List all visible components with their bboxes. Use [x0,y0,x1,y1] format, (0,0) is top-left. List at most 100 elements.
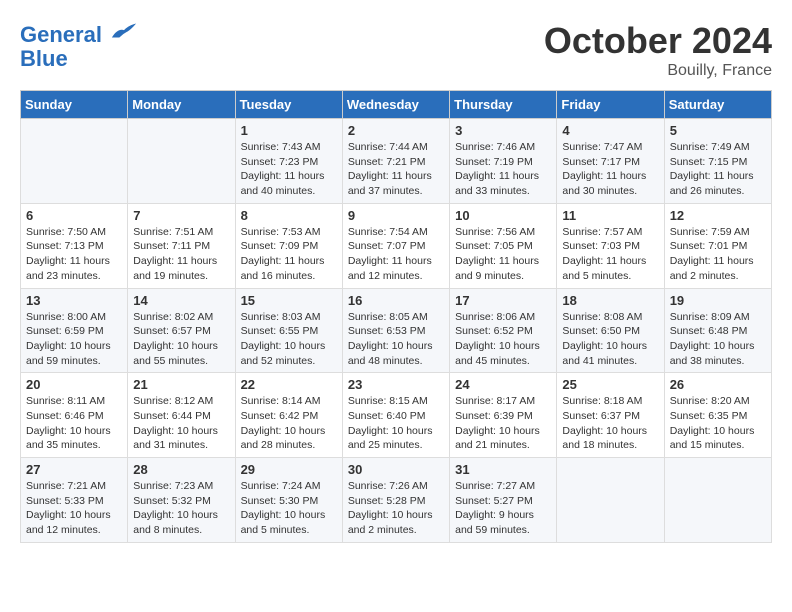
calendar-cell: 5Sunrise: 7:49 AMSunset: 7:15 PMDaylight… [664,119,771,204]
calendar-cell: 7 Sunrise: 7:51 AMSunset: 7:11 PMDaylight… [128,203,235,288]
day-info: Sunrise: 7:47 AMSunset: 7:17 PMDaylight:… [562,140,658,199]
day-number: 4 [562,123,658,138]
day-number: 31 [455,462,551,477]
calendar-cell: 22Sunrise: 8:14 AMSunset: 6:42 PMDayligh… [235,373,342,458]
day-info: Sunrise: 8:09 AMSunset: 6:48 PMDaylight:… [670,310,766,369]
col-header-saturday: Saturday [664,91,771,119]
calendar-cell: 3 Sunrise: 7:46 AMSunset: 7:19 PMDaylight… [450,119,557,204]
day-number: 12 [670,208,766,223]
calendar-cell: 25 Sunrise: 8:18 AMSunset: 6:37 PMDayligh… [557,373,664,458]
week-row-1: 1 Sunrise: 7:43 AMSunset: 7:23 PMDaylight… [21,119,772,204]
calendar-cell [664,458,771,543]
day-info: Sunrise: 8:02 AMSunset: 6:57 PMDaylight:… [133,310,229,369]
day-number: 23 [348,377,444,392]
day-info: Sunrise: 8:20 AMSunset: 6:35 PMDaylight:… [670,394,766,453]
day-number: 3 [455,123,551,138]
week-row-5: 27Sunrise: 7:21 AMSunset: 5:33 PMDayligh… [21,458,772,543]
calendar-cell: 27Sunrise: 7:21 AMSunset: 5:33 PMDayligh… [21,458,128,543]
day-number: 11 [562,208,658,223]
day-number: 13 [26,293,122,308]
day-number: 17 [455,293,551,308]
col-header-wednesday: Wednesday [342,91,449,119]
day-number: 25 [562,377,658,392]
calendar-cell: 21 Sunrise: 8:12 AMSunset: 6:44 PMDayligh… [128,373,235,458]
day-info: Sunrise: 7:43 AMSunset: 7:23 PMDaylight:… [241,140,337,199]
day-number: 9 [348,208,444,223]
calendar-cell: 16Sunrise: 8:05 AMSunset: 6:53 PMDayligh… [342,288,449,373]
calendar-cell [21,119,128,204]
calendar-cell: 23 Sunrise: 8:15 AMSunset: 6:40 PMDayligh… [342,373,449,458]
day-info: Sunrise: 8:18 AMSunset: 6:37 PMDaylight:… [562,394,658,453]
calendar-cell: 20Sunrise: 8:11 AMSunset: 6:46 PMDayligh… [21,373,128,458]
calendar-cell: 18 Sunrise: 8:08 AMSunset: 6:50 PMDayligh… [557,288,664,373]
calendar-cell: 29Sunrise: 7:24 AMSunset: 5:30 PMDayligh… [235,458,342,543]
day-info: Sunrise: 8:06 AMSunset: 6:52 PMDaylight:… [455,310,551,369]
col-header-tuesday: Tuesday [235,91,342,119]
day-number: 30 [348,462,444,477]
calendar-cell: 4 Sunrise: 7:47 AMSunset: 7:17 PMDaylight… [557,119,664,204]
logo: General Blue [20,20,138,71]
day-info: Sunrise: 7:26 AMSunset: 5:28 PMDaylight:… [348,479,444,538]
calendar-cell: 31 Sunrise: 7:27 AMSunset: 5:27 PMDayligh… [450,458,557,543]
day-info: Sunrise: 7:46 AMSunset: 7:19 PMDaylight:… [455,140,551,199]
calendar-cell: 6Sunrise: 7:50 AMSunset: 7:13 PMDaylight… [21,203,128,288]
day-number: 26 [670,377,766,392]
month-title: October 2024 [544,20,772,62]
calendar-cell: 13 Sunrise: 8:00 AMSunset: 6:59 PMDayligh… [21,288,128,373]
day-number: 29 [241,462,337,477]
logo-blue: Blue [20,47,138,71]
col-header-monday: Monday [128,91,235,119]
calendar-cell [128,119,235,204]
day-info: Sunrise: 8:17 AMSunset: 6:39 PMDaylight:… [455,394,551,453]
day-info: Sunrise: 7:27 AMSunset: 5:27 PMDaylight:… [455,479,551,538]
calendar-cell: 8Sunrise: 7:53 AMSunset: 7:09 PMDaylight… [235,203,342,288]
day-info: Sunrise: 7:51 AMSunset: 7:11 PMDaylight:… [133,225,229,284]
col-header-thursday: Thursday [450,91,557,119]
day-info: Sunrise: 8:00 AMSunset: 6:59 PMDaylight:… [26,310,122,369]
day-info: Sunrise: 8:14 AMSunset: 6:42 PMDaylight:… [241,394,337,453]
day-number: 7 [133,208,229,223]
day-info: Sunrise: 7:56 AMSunset: 7:05 PMDaylight:… [455,225,551,284]
day-info: Sunrise: 7:54 AMSunset: 7:07 PMDaylight:… [348,225,444,284]
day-info: Sunrise: 8:12 AMSunset: 6:44 PMDaylight:… [133,394,229,453]
calendar-table: SundayMondayTuesdayWednesdayThursdayFrid… [20,90,772,543]
day-number: 24 [455,377,551,392]
calendar-cell: 24 Sunrise: 8:17 AMSunset: 6:39 PMDayligh… [450,373,557,458]
week-row-3: 13 Sunrise: 8:00 AMSunset: 6:59 PMDayligh… [21,288,772,373]
day-info: Sunrise: 8:08 AMSunset: 6:50 PMDaylight:… [562,310,658,369]
day-number: 6 [26,208,122,223]
day-number: 10 [455,208,551,223]
day-number: 21 [133,377,229,392]
day-number: 19 [670,293,766,308]
col-header-friday: Friday [557,91,664,119]
day-info: Sunrise: 8:15 AMSunset: 6:40 PMDaylight:… [348,394,444,453]
calendar-cell [557,458,664,543]
day-number: 2 [348,123,444,138]
page-header: General Blue October 2024 Bouilly, Franc… [20,20,772,80]
day-number: 20 [26,377,122,392]
calendar-cell: 11 Sunrise: 7:57 AMSunset: 7:03 PMDayligh… [557,203,664,288]
calendar-cell: 12 Sunrise: 7:59 AMSunset: 7:01 PMDayligh… [664,203,771,288]
day-number: 8 [241,208,337,223]
title-block: October 2024 Bouilly, France [544,20,772,80]
calendar-cell: 19 Sunrise: 8:09 AMSunset: 6:48 PMDayligh… [664,288,771,373]
calendar-cell: 30 Sunrise: 7:26 AMSunset: 5:28 PMDayligh… [342,458,449,543]
day-number: 14 [133,293,229,308]
week-row-4: 20Sunrise: 8:11 AMSunset: 6:46 PMDayligh… [21,373,772,458]
calendar-cell: 9 Sunrise: 7:54 AMSunset: 7:07 PMDaylight… [342,203,449,288]
week-row-2: 6Sunrise: 7:50 AMSunset: 7:13 PMDaylight… [21,203,772,288]
calendar-cell: 1 Sunrise: 7:43 AMSunset: 7:23 PMDaylight… [235,119,342,204]
logo-bird-icon [110,20,138,42]
day-info: Sunrise: 7:21 AMSunset: 5:33 PMDaylight:… [26,479,122,538]
calendar-cell: 14 Sunrise: 8:02 AMSunset: 6:57 PMDayligh… [128,288,235,373]
day-info: Sunrise: 7:57 AMSunset: 7:03 PMDaylight:… [562,225,658,284]
logo-text: General [20,20,138,47]
day-number: 1 [241,123,337,138]
day-info: Sunrise: 7:59 AMSunset: 7:01 PMDaylight:… [670,225,766,284]
day-number: 18 [562,293,658,308]
day-info: Sunrise: 7:23 AMSunset: 5:32 PMDaylight:… [133,479,229,538]
calendar-cell: 15Sunrise: 8:03 AMSunset: 6:55 PMDayligh… [235,288,342,373]
day-number: 28 [133,462,229,477]
calendar-header-row: SundayMondayTuesdayWednesdayThursdayFrid… [21,91,772,119]
day-info: Sunrise: 8:05 AMSunset: 6:53 PMDaylight:… [348,310,444,369]
